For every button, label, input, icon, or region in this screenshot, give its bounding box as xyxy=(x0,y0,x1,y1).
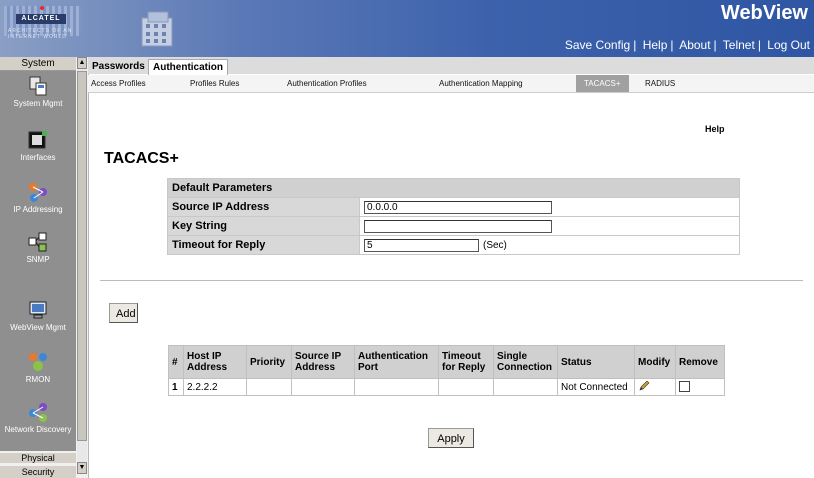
help-link[interactable]: Help xyxy=(705,124,725,134)
sidebar-item-webview-mgmt[interactable]: WebView Mgmt xyxy=(0,299,76,332)
alcatel-logo: ALCATEL ARCHITECTS OF AN INTERNET WORLD xyxy=(4,6,82,40)
col-source-ip: Source IP Address xyxy=(291,345,355,379)
subtab-tacacs[interactable]: TACACS+ xyxy=(576,75,629,92)
building-graphic xyxy=(141,11,173,47)
sidebar-section-physical[interactable]: Physical xyxy=(0,453,76,463)
col-host-ip: Host IP Address xyxy=(183,345,247,379)
logo-tagline: ARCHITECTS OF AN INTERNET WORLD xyxy=(8,28,73,40)
key-string-label: Key String xyxy=(167,216,360,236)
about-link[interactable]: About xyxy=(679,38,710,52)
interfaces-icon xyxy=(28,131,47,149)
logout-link[interactable]: Log Out xyxy=(767,38,810,52)
timeout-input[interactable] xyxy=(364,238,479,252)
sidebar-item-label: Network Discovery xyxy=(4,425,72,434)
sidebar-item-label: RMON xyxy=(25,375,51,384)
sidebar-item-label: System Mgmt xyxy=(13,99,63,108)
col-status: Status xyxy=(557,345,635,379)
row-remove-cell xyxy=(675,378,725,396)
ip-addressing-icon xyxy=(29,183,47,202)
sidebar-item-network-discovery[interactable]: Network Discovery xyxy=(0,401,76,434)
sidebar-item-ip-addressing[interactable]: IP Addressing xyxy=(0,181,76,214)
logo-dot xyxy=(40,6,44,10)
sub-tabs: Access Profiles Profiles Rules Authentic… xyxy=(88,75,814,93)
col-priority: Priority xyxy=(246,345,292,379)
sidebar: System ▲ ▼ System Mgmt Interfaces IP Add… xyxy=(0,57,89,478)
col-remove: Remove xyxy=(675,345,725,379)
sidebar-item-label: IP Addressing xyxy=(13,205,63,214)
col-single-connection: Single Connection xyxy=(493,345,558,379)
subtab-profiles-rules[interactable]: Profiles Rules xyxy=(190,75,239,92)
remove-checkbox[interactable] xyxy=(679,381,690,393)
col-number: # xyxy=(168,345,184,379)
sidebar-section-security[interactable]: Security xyxy=(0,466,76,478)
row-modify-cell xyxy=(634,378,676,396)
subtab-authentication-profiles[interactable]: Authentication Profiles xyxy=(287,75,367,92)
tab-authentication[interactable]: Authentication xyxy=(148,59,228,75)
section-divider xyxy=(100,280,803,281)
timeout-unit: (Sec) xyxy=(483,239,507,251)
row-host-ip: 2.2.2.2 xyxy=(183,378,247,396)
network-discovery-icon xyxy=(29,403,47,422)
telnet-link[interactable]: Telnet xyxy=(723,38,755,52)
row-status: Not Connected xyxy=(557,378,635,396)
col-modify: Modify xyxy=(634,345,676,379)
row-source-ip xyxy=(291,378,355,396)
col-timeout-for-reply: Timeout for Reply xyxy=(438,345,494,379)
page-title: TACACS+ xyxy=(104,150,179,167)
scrollbar-thumb[interactable] xyxy=(77,71,87,441)
default-parameters-table: Default Parameters Source IP Address Key… xyxy=(167,178,740,255)
sidebar-item-label: Interfaces xyxy=(20,153,56,162)
sidebar-header-system[interactable]: System xyxy=(0,57,76,71)
subtab-radius[interactable]: RADIUS xyxy=(645,75,675,92)
apply-button[interactable]: Apply xyxy=(428,428,474,448)
header-bar: ALCATEL ARCHITECTS OF AN INTERNET WORLD … xyxy=(0,0,814,57)
source-ip-input[interactable] xyxy=(364,200,552,214)
row-number: 1 xyxy=(168,378,184,396)
tacacs-servers-table: # Host IP Address Priority Source IP Add… xyxy=(168,345,725,396)
sidebar-item-interfaces[interactable]: Interfaces xyxy=(0,129,76,162)
scroll-up-button[interactable]: ▲ xyxy=(77,57,87,69)
pencil-icon[interactable] xyxy=(638,380,650,392)
subtab-access-profiles[interactable]: Access Profiles xyxy=(91,75,146,92)
subtab-authentication-mapping[interactable]: Authentication Mapping xyxy=(439,75,523,92)
sidebar-item-label: SNMP xyxy=(26,255,50,264)
key-string-input[interactable] xyxy=(364,219,552,233)
row-priority xyxy=(246,378,292,396)
timeout-label: Timeout for Reply xyxy=(167,235,360,255)
top-links: Save Config | Help | About | Telnet | Log Ou… xyxy=(564,38,810,52)
sidebar-nav: System Mgmt Interfaces IP Addressing SNM… xyxy=(0,71,76,451)
sidebar-item-rmon[interactable]: RMON xyxy=(0,351,76,384)
help-link-top[interactable]: Help xyxy=(643,38,668,52)
system-mgmt-icon xyxy=(29,76,47,96)
webview-mgmt-icon xyxy=(29,301,47,319)
logo-brand: ALCATEL xyxy=(16,14,66,24)
default-parameters-header: Default Parameters xyxy=(167,178,740,198)
col-authentication-port: Authentication Port xyxy=(354,345,439,379)
rmon-icon xyxy=(29,353,47,371)
table-header-row: # Host IP Address Priority Source IP Add… xyxy=(168,345,725,379)
add-button[interactable]: Add xyxy=(109,303,138,323)
sidebar-item-snmp[interactable]: SNMP xyxy=(0,231,76,264)
app-title: WebView xyxy=(720,2,808,24)
source-ip-label: Source IP Address xyxy=(167,197,360,217)
tab-passwords[interactable]: Passwords xyxy=(88,59,149,74)
snmp-icon xyxy=(28,232,47,252)
row-auth-port xyxy=(354,378,439,396)
sidebar-item-system-mgmt[interactable]: System Mgmt xyxy=(0,75,76,108)
scroll-down-button[interactable]: ▼ xyxy=(77,462,87,474)
row-timeout xyxy=(438,378,494,396)
save-config-link[interactable]: Save Config xyxy=(565,38,630,52)
sidebar-item-label: WebView Mgmt xyxy=(10,323,66,332)
row-single-connection xyxy=(493,378,558,396)
table-row: 1 2.2.2.2 Not Connected xyxy=(168,378,725,396)
main-tabs: Passwords Authentication xyxy=(88,57,814,75)
